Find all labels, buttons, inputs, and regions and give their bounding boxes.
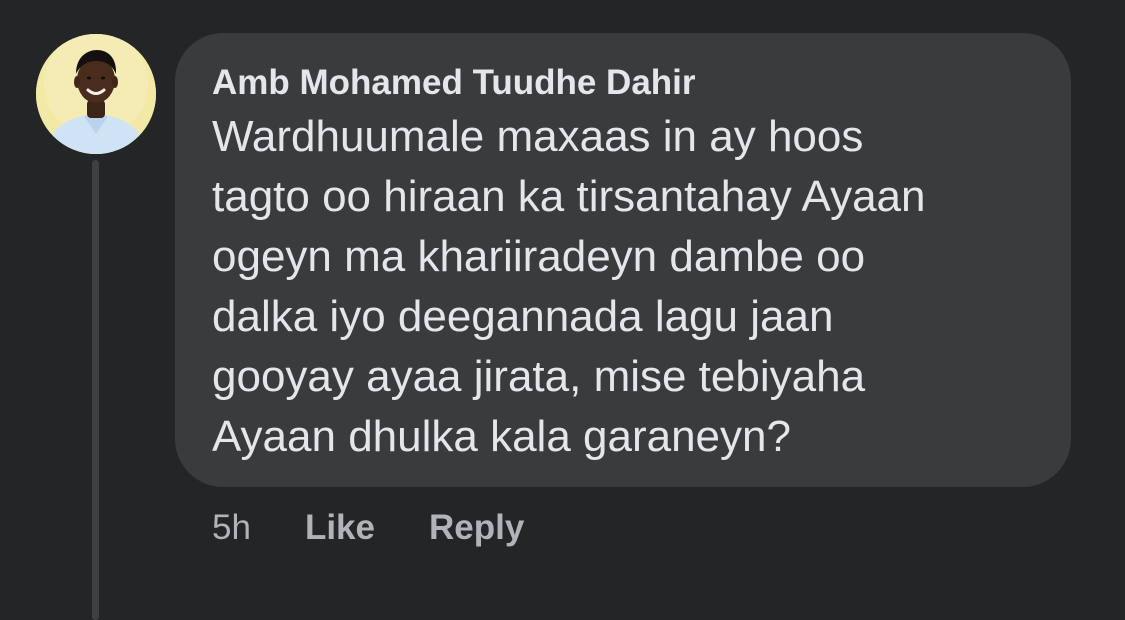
comment-timestamp[interactable]: 5h <box>212 508 251 548</box>
comment-text-line: dalka iyo deegannada lagu jaan <box>212 292 834 341</box>
avatar-photo <box>36 34 156 154</box>
thread-line <box>92 160 99 620</box>
comment-text-line: ogeyn ma khariiradeyn dambe oo <box>212 232 866 281</box>
reply-button[interactable]: Reply <box>429 508 524 548</box>
comment-text-line: Wardhuumale maxaas in ay hoos <box>212 112 864 161</box>
comment-text: Wardhuumale maxaas in ay hoos tagto oo h… <box>212 107 1037 467</box>
comment-text-line: tagto oo hiraan ka tirsantahay Ayaan <box>212 172 926 221</box>
like-button[interactable]: Like <box>305 508 375 548</box>
avatar[interactable] <box>36 34 156 154</box>
comment-bubble: Amb Mohamed Tuudhe Dahir Wardhuumale max… <box>175 33 1071 487</box>
comment-author[interactable]: Amb Mohamed Tuudhe Dahir <box>212 63 1037 103</box>
comment-text-line: Ayaan dhulka kala garaneyn? <box>212 412 791 461</box>
comment-text-line: gooyay ayaa jirata, mise tebiyaha <box>212 352 866 401</box>
comment-actions: 5h Like Reply <box>212 504 578 552</box>
